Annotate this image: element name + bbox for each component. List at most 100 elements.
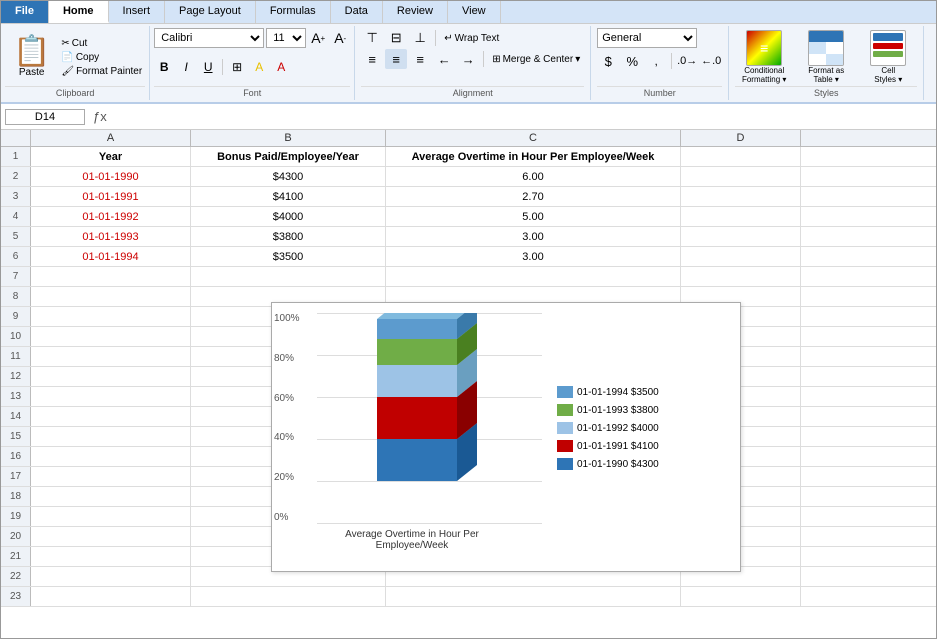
cell-d4[interactable] bbox=[681, 207, 801, 226]
cell-d6[interactable] bbox=[681, 247, 801, 266]
cell-a17[interactable] bbox=[31, 467, 191, 486]
increase-font-button[interactable]: A+ bbox=[308, 28, 328, 48]
underline-button[interactable]: U bbox=[198, 57, 218, 77]
indent-increase-button[interactable]: → bbox=[457, 49, 479, 69]
decrease-decimal-button[interactable]: ←.0 bbox=[700, 51, 722, 71]
table-row[interactable]: 7 bbox=[1, 267, 936, 287]
table-row[interactable]: 601-01-1994$35003.00 bbox=[1, 247, 936, 267]
function-icon[interactable]: ƒx bbox=[93, 109, 107, 124]
col-header-d[interactable]: D bbox=[681, 130, 801, 146]
thousands-button[interactable]: , bbox=[645, 51, 667, 71]
paste-button[interactable]: 📋 Paste bbox=[5, 28, 58, 86]
tab-formulas[interactable]: Formulas bbox=[256, 1, 331, 23]
cell-b1[interactable]: Bonus Paid/Employee/Year bbox=[191, 147, 386, 166]
format-as-table-button[interactable]: Format asTable ▾ bbox=[797, 28, 855, 86]
tab-insert[interactable]: Insert bbox=[109, 1, 166, 23]
copy-button[interactable]: 📄 Copy bbox=[58, 51, 145, 64]
fill-color-button[interactable]: A bbox=[249, 57, 269, 77]
cell-a23[interactable] bbox=[31, 587, 191, 606]
cell-b2[interactable]: $4300 bbox=[191, 167, 386, 186]
align-top-button[interactable]: ⊤ bbox=[361, 28, 383, 48]
cell-a15[interactable] bbox=[31, 427, 191, 446]
format-painter-button[interactable]: 🖌 Format Painter bbox=[58, 65, 145, 78]
cell-a2[interactable]: 01-01-1990 bbox=[31, 167, 191, 186]
cell-b6[interactable]: $3500 bbox=[191, 247, 386, 266]
cell-d2[interactable] bbox=[681, 167, 801, 186]
cell-a9[interactable] bbox=[31, 307, 191, 326]
increase-decimal-button[interactable]: .0→ bbox=[676, 51, 698, 71]
cell-a13[interactable] bbox=[31, 387, 191, 406]
font-color-button[interactable]: A bbox=[271, 57, 291, 77]
cell-a18[interactable] bbox=[31, 487, 191, 506]
cell-a8[interactable] bbox=[31, 287, 191, 306]
table-row[interactable]: 501-01-1993$38003.00 bbox=[1, 227, 936, 247]
table-row[interactable]: 1YearBonus Paid/Employee/YearAverage Ove… bbox=[1, 147, 936, 167]
cell-a21[interactable] bbox=[31, 547, 191, 566]
tab-review[interactable]: Review bbox=[383, 1, 448, 23]
col-header-a[interactable]: A bbox=[31, 130, 191, 146]
tab-data[interactable]: Data bbox=[331, 1, 383, 23]
tab-page-layout[interactable]: Page Layout bbox=[165, 1, 256, 23]
cell-c2[interactable]: 6.00 bbox=[386, 167, 681, 186]
conditional-formatting-button[interactable]: ≡ ConditionalFormatting ▾ bbox=[735, 28, 793, 86]
cell-a3[interactable]: 01-01-1991 bbox=[31, 187, 191, 206]
number-format-select[interactable]: General bbox=[597, 28, 697, 48]
cell-b5[interactable]: $3800 bbox=[191, 227, 386, 246]
cell-a5[interactable]: 01-01-1993 bbox=[31, 227, 191, 246]
cell-a22[interactable] bbox=[31, 567, 191, 586]
cell-c3[interactable]: 2.70 bbox=[386, 187, 681, 206]
align-middle-button[interactable]: ⊟ bbox=[385, 28, 407, 48]
tab-view[interactable]: View bbox=[448, 1, 501, 23]
cell-a12[interactable] bbox=[31, 367, 191, 386]
cell-d7[interactable] bbox=[681, 267, 801, 286]
merge-center-button[interactable]: ⊞ Merge & Center ▾ bbox=[488, 52, 584, 67]
cell-b7[interactable] bbox=[191, 267, 386, 286]
indent-decrease-button[interactable]: ← bbox=[433, 49, 455, 69]
table-row[interactable]: 201-01-1990$43006.00 bbox=[1, 167, 936, 187]
table-row[interactable]: 23 bbox=[1, 587, 936, 607]
cell-a6[interactable]: 01-01-1994 bbox=[31, 247, 191, 266]
bold-button[interactable]: B bbox=[154, 57, 174, 77]
cell-c1[interactable]: Average Overtime in Hour Per Employee/We… bbox=[386, 147, 681, 166]
cell-a1[interactable]: Year bbox=[31, 147, 191, 166]
cell-d23[interactable] bbox=[681, 587, 801, 606]
align-bottom-button[interactable]: ⊥ bbox=[409, 28, 431, 48]
font-family-select[interactable]: Calibri bbox=[154, 28, 264, 48]
tab-file[interactable]: File bbox=[1, 1, 49, 23]
cell-styles-button[interactable]: CellStyles ▾ bbox=[859, 28, 917, 86]
cell-c6[interactable]: 3.00 bbox=[386, 247, 681, 266]
cell-b23[interactable] bbox=[191, 587, 386, 606]
percent-button[interactable]: $ bbox=[597, 51, 619, 71]
col-header-c[interactable]: C bbox=[386, 130, 681, 146]
cell-d1[interactable] bbox=[681, 147, 801, 166]
wrap-text-button[interactable]: ↵ Wrap Text bbox=[440, 31, 503, 46]
cell-reference-input[interactable] bbox=[5, 109, 85, 125]
align-right-button[interactable]: ≡ bbox=[409, 49, 431, 69]
cell-d5[interactable] bbox=[681, 227, 801, 246]
col-header-b[interactable]: B bbox=[191, 130, 386, 146]
comma-button[interactable]: % bbox=[621, 51, 643, 71]
border-button[interactable]: ⊞ bbox=[227, 57, 247, 77]
font-size-select[interactable]: 11 bbox=[266, 28, 306, 48]
cell-a10[interactable] bbox=[31, 327, 191, 346]
cell-c23[interactable] bbox=[386, 587, 681, 606]
tab-home[interactable]: Home bbox=[49, 1, 109, 23]
decrease-font-button[interactable]: A- bbox=[330, 28, 350, 48]
cell-a4[interactable]: 01-01-1992 bbox=[31, 207, 191, 226]
cell-b4[interactable]: $4000 bbox=[191, 207, 386, 226]
align-center-button[interactable]: ≡ bbox=[385, 49, 407, 69]
table-row[interactable]: 301-01-1991$41002.70 bbox=[1, 187, 936, 207]
italic-button[interactable]: I bbox=[176, 57, 196, 77]
cell-a19[interactable] bbox=[31, 507, 191, 526]
cell-a7[interactable] bbox=[31, 267, 191, 286]
chart-container[interactable]: 0% 20% 40% 60% 80% 100% bbox=[271, 302, 741, 572]
cell-a20[interactable] bbox=[31, 527, 191, 546]
cell-b3[interactable]: $4100 bbox=[191, 187, 386, 206]
cell-a14[interactable] bbox=[31, 407, 191, 426]
cell-c7[interactable] bbox=[386, 267, 681, 286]
cut-button[interactable]: ✂ Cut bbox=[58, 37, 145, 50]
align-left-button[interactable]: ≡ bbox=[361, 49, 383, 69]
table-row[interactable]: 401-01-1992$40005.00 bbox=[1, 207, 936, 227]
formula-input[interactable] bbox=[111, 110, 932, 124]
cell-d3[interactable] bbox=[681, 187, 801, 206]
